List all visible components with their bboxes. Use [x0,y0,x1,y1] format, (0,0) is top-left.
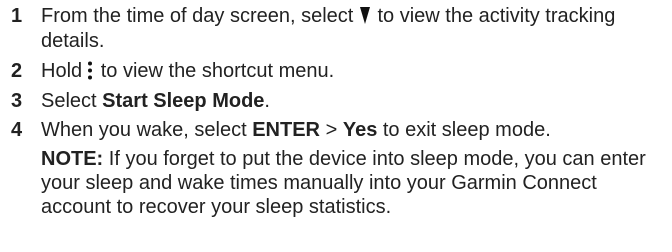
step-text-part: Select [41,90,97,112]
step-text: Select Start Sleep Mode. [41,89,661,114]
instructions-document: 1 From the time of day screen, select to… [0,0,672,252]
down-triangle-icon [359,7,370,24]
note: NOTE: If you forget to put the device in… [41,147,666,219]
step-text: Hold to view the shortcut menu. [41,59,661,84]
step-text-part: From the time of day screen, select [41,5,354,27]
step-number: 1 [11,5,23,27]
step-text-part: to exit sleep mode. [382,119,551,141]
step-text-part: to view the shortcut menu. [100,60,335,82]
menu-path-separator: > [325,119,338,141]
step-text: From the time of day screen, select to v… [41,4,661,54]
step-text-part: Hold [41,60,83,82]
menu-option-label: ENTER [252,119,321,141]
vertical-dots-menu-icon [88,61,93,80]
note-label: NOTE: [41,148,104,170]
step-text: When you wake, select ENTER > Yes to exi… [41,118,661,143]
note-text: If you forget to put the device into sle… [41,148,646,218]
step-number: 2 [11,60,23,82]
step-number: 3 [11,90,23,112]
step-text-part: When you wake, select [41,119,247,141]
menu-option-label: Start Sleep Mode [102,90,265,112]
step-number: 4 [11,119,23,141]
step-text-part: . [264,90,270,112]
menu-option-label: Yes [342,119,378,141]
